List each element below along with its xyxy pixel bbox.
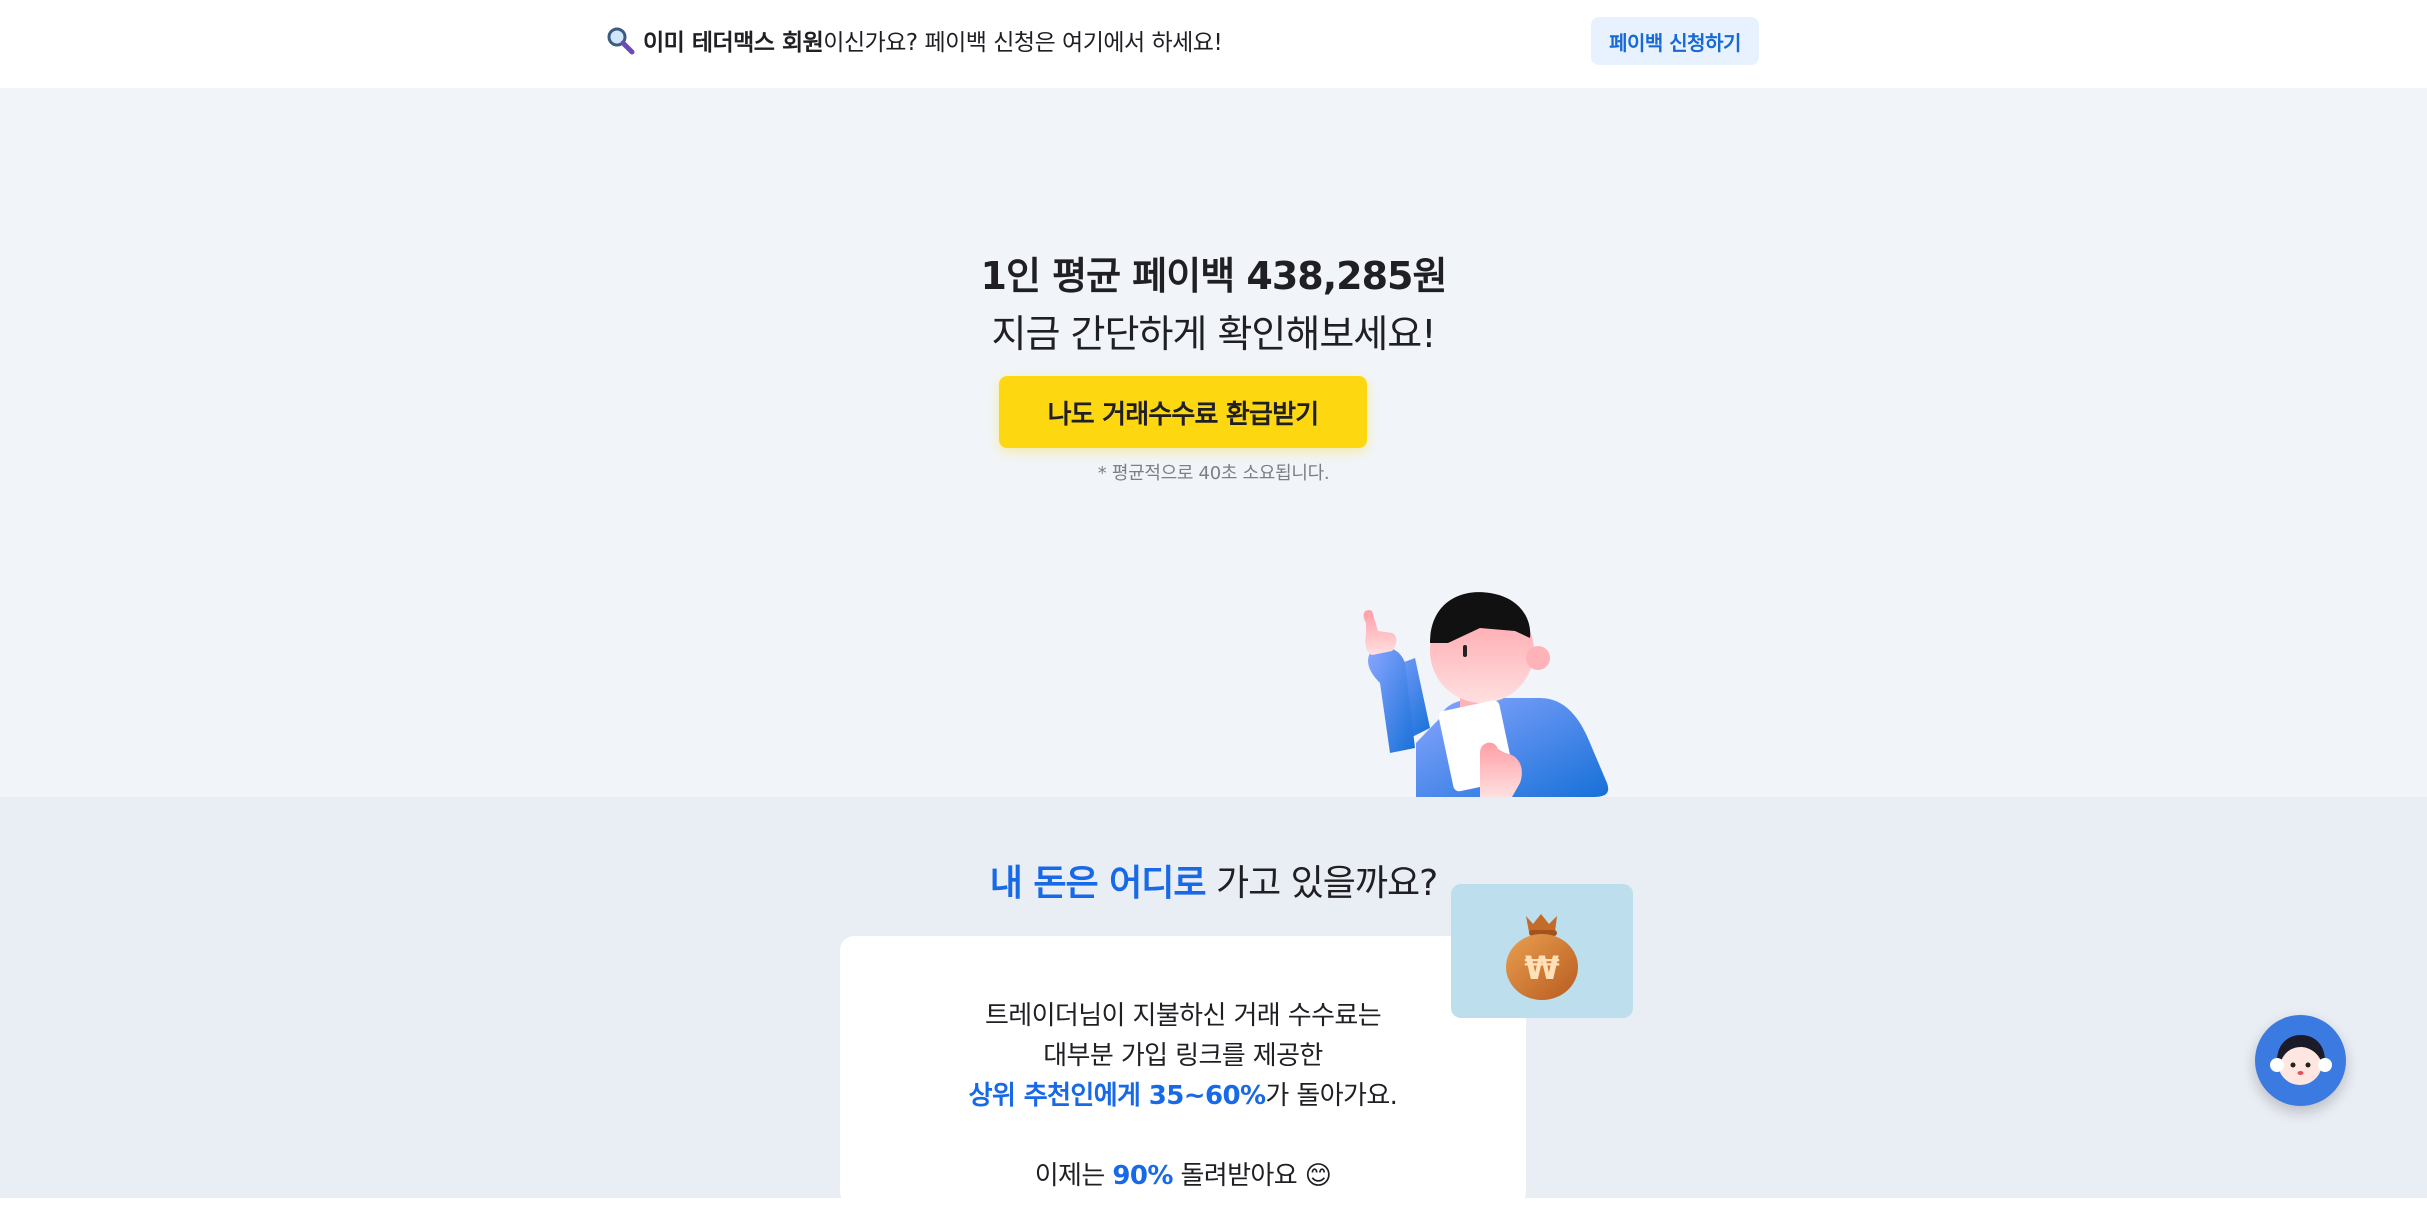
member-notice: 이미 테더맥스 회원 이신가요? 페이백 신청은 여기에서 하세요!: [605, 22, 1223, 58]
notice-text: 이신가요? 페이백 신청은 여기에서 하세요!: [823, 30, 1223, 56]
fee-explanation-card: 트레이더님이 지불하신 거래 수수료는 대부분 가입 링크를 제공한 상위 추천…: [840, 936, 1526, 1206]
support-avatar-icon: [2270, 1035, 2332, 1085]
hero-headline: 1인 평균 페이백 438,285원: [980, 254, 1448, 298]
card-line-3-rest: 가 돌아가요.: [1265, 1081, 1398, 1111]
section-title: 내 돈은 어디로 가고 있을까요?: [0, 854, 2427, 906]
duration-note: * 평균적으로 40초 소요됩니다.: [1097, 463, 1330, 484]
notice-bold-text: 이미 테더맥스 회원: [643, 30, 824, 56]
hero-subheadline: 지금 간단하게 확인해보세요!: [991, 312, 1437, 356]
card-line-3: 상위 추천인에게 35~60%가 돌아가요.: [840, 1075, 1526, 1112]
payback-apply-button[interactable]: 페이백 신청하기: [1591, 17, 1759, 65]
card-line-1: 트레이더님이 지불하신 거래 수수료는: [984, 1001, 1382, 1031]
money-bag-tile: ₩: [1451, 884, 1633, 1018]
refund-cta-button[interactable]: 나도 거래수수료 환급받기: [999, 376, 1367, 448]
support-chat-button[interactable]: [2255, 1015, 2346, 1106]
card-line-2: 대부분 가입 링크를 제공한: [1043, 1041, 1323, 1071]
smile-emoji-icon: 😊: [1304, 1161, 1332, 1191]
won-symbol: ₩: [1524, 949, 1559, 987]
card-line-4-prefix: 이제는: [1034, 1161, 1113, 1191]
top-notice-bar: 이미 테더맥스 회원 이신가요? 페이백 신청은 여기에서 하세요! 페이백 신청…: [0, 0, 2427, 88]
card-line-4-rest: 돌려받아요: [1172, 1161, 1305, 1191]
money-bag-icon: ₩: [1506, 914, 1578, 1000]
card-line-4-highlight: 90%: [1112, 1161, 1173, 1191]
card-line-3-highlight: 상위 추천인에게 35~60%: [968, 1081, 1266, 1111]
section-title-rest: 가고 있을까요?: [1205, 863, 1438, 904]
thumbs-up-person-illustration: [1363, 592, 1609, 797]
hero-section: 1인 평균 페이백 438,285원 지금 간단하게 확인해보세요! 나도 거래…: [0, 88, 2427, 797]
where-money-goes-section: 내 돈은 어디로 가고 있을까요? 트레이더님이 지불하신 거래 수수료는 대부…: [0, 797, 2427, 1206]
section-title-highlight: 내 돈은 어디로: [989, 863, 1207, 904]
magnifier-icon: [605, 25, 635, 55]
card-line-4: 이제는 90% 돌려받아요 😊: [840, 1155, 1526, 1192]
